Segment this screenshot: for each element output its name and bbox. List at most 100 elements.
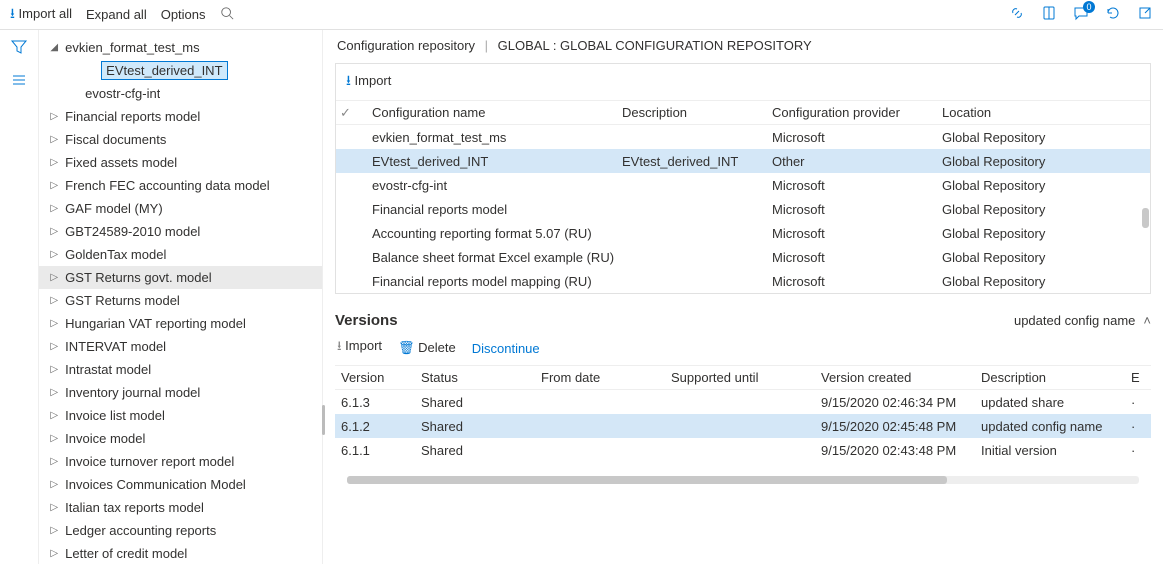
tree-item[interactable]: ▷Invoice turnover report model xyxy=(39,450,322,473)
version-row[interactable]: 6.1.1Shared9/15/2020 02:43:48 PMInitial … xyxy=(335,438,1151,462)
col-config-name[interactable]: Configuration name xyxy=(372,105,622,120)
popout-icon[interactable] xyxy=(1137,5,1153,24)
config-row[interactable]: Financial reports modelMicrosoftGlobal R… xyxy=(336,197,1150,221)
tree-item[interactable]: ▷GBT24589-2010 model xyxy=(39,220,322,243)
versions-subtitle: updated config name xyxy=(1014,313,1135,328)
row-menu-icon[interactable]: · xyxy=(1131,443,1151,458)
cell-created: 9/15/2020 02:43:48 PM xyxy=(821,443,981,458)
version-import-button[interactable]: ⭳ Import xyxy=(337,337,382,359)
expander-icon[interactable]: ▷ xyxy=(47,341,61,352)
version-delete-button[interactable]: 🗑 Delete xyxy=(398,340,456,356)
chevron-up-icon[interactable]: ˄ xyxy=(1143,313,1151,328)
version-row[interactable]: 6.1.2Shared9/15/2020 02:45:48 PMupdated … xyxy=(335,414,1151,438)
config-row[interactable]: Accounting reporting format 5.07 (RU)Mic… xyxy=(336,221,1150,245)
col-desc[interactable]: Description xyxy=(981,370,1131,385)
tree-item[interactable]: ▷Ledger accounting reports xyxy=(39,519,322,542)
col-e[interactable]: E xyxy=(1131,370,1151,385)
version-row[interactable]: 6.1.3Shared9/15/2020 02:46:34 PMupdated … xyxy=(335,390,1151,414)
expander-icon[interactable]: ▷ xyxy=(47,226,61,237)
col-status[interactable]: Status xyxy=(421,370,541,385)
col-location[interactable]: Location xyxy=(942,105,1122,120)
config-row[interactable]: EVtest_derived_INTEVtest_derived_INTOthe… xyxy=(336,149,1150,173)
col-created[interactable]: Version created xyxy=(821,370,981,385)
expander-icon[interactable]: ▷ xyxy=(47,548,61,559)
search-icon[interactable] xyxy=(220,6,234,23)
col-until[interactable]: Supported until xyxy=(671,370,821,385)
version-discontinue-button[interactable]: Discontinue xyxy=(472,341,540,356)
check-all-icon[interactable]: ✓ xyxy=(340,105,372,121)
tree-item[interactable]: ▷Fixed assets model xyxy=(39,151,322,174)
expander-icon[interactable]: ▷ xyxy=(47,479,61,490)
expander-icon[interactable]: ◢ xyxy=(47,42,61,53)
config-import-button[interactable]: ⭳ Import xyxy=(346,73,391,88)
config-row[interactable]: Balance sheet format Excel example (RU)M… xyxy=(336,245,1150,269)
config-scrollbar[interactable] xyxy=(1140,98,1150,293)
expander-icon[interactable]: ▷ xyxy=(47,525,61,536)
tree-item[interactable]: ▷Fiscal documents xyxy=(39,128,322,151)
tree-item[interactable]: ▷INTERVAT model xyxy=(39,335,322,358)
link-icon[interactable] xyxy=(1009,5,1025,24)
expander-icon[interactable]: ▷ xyxy=(47,180,61,191)
tree-item-label: Fixed assets model xyxy=(61,155,177,170)
splitter-handle[interactable] xyxy=(319,400,327,440)
col-version[interactable]: Version xyxy=(341,370,421,385)
expander-icon[interactable]: ▷ xyxy=(47,502,61,513)
expand-all-button[interactable]: Expand all xyxy=(86,7,147,22)
tree-item-label: Inventory journal model xyxy=(61,385,200,400)
row-menu-icon[interactable]: · xyxy=(1131,419,1151,434)
tree-item[interactable]: ▷Inventory journal model xyxy=(39,381,322,404)
tree-panel[interactable]: ◢evkien_format_test_msEVtest_derived_INT… xyxy=(39,30,323,564)
col-description[interactable]: Description xyxy=(622,105,772,120)
tree-item-label: Ledger accounting reports xyxy=(61,523,216,538)
tree-item[interactable]: EVtest_derived_INT xyxy=(39,59,322,82)
horizontal-scrollbar[interactable] xyxy=(347,476,1139,484)
tree-item[interactable]: ▷Hungarian VAT reporting model xyxy=(39,312,322,335)
expander-icon[interactable]: ▷ xyxy=(47,318,61,329)
tree-item[interactable]: ▷Invoice list model xyxy=(39,404,322,427)
tree-item[interactable]: ▷French FEC accounting data model xyxy=(39,174,322,197)
options-button[interactable]: Options xyxy=(161,7,206,22)
tree-item[interactable]: ▷Intrastat model xyxy=(39,358,322,381)
tree-item-label: Hungarian VAT reporting model xyxy=(61,316,246,331)
tree-item[interactable]: ▷GAF model (MY) xyxy=(39,197,322,220)
breadcrumb-root[interactable]: Configuration repository xyxy=(337,38,475,53)
col-provider[interactable]: Configuration provider xyxy=(772,105,942,120)
versions-grid-body: 6.1.3Shared9/15/2020 02:46:34 PMupdated … xyxy=(335,390,1151,462)
expander-icon[interactable]: ▷ xyxy=(47,433,61,444)
tree-item[interactable]: ▷Financial reports model xyxy=(39,105,322,128)
expander-icon[interactable]: ▷ xyxy=(47,272,61,283)
tree-item-label: GST Returns govt. model xyxy=(61,270,211,285)
expander-icon[interactable]: ▷ xyxy=(47,111,61,122)
expander-icon[interactable]: ▷ xyxy=(47,364,61,375)
config-row[interactable]: Financial reports model mapping (RU)Micr… xyxy=(336,269,1150,293)
tree-item[interactable]: ▷GST Returns model xyxy=(39,289,322,312)
tree-item[interactable]: ▷Letter of credit model xyxy=(39,542,322,564)
expander-icon[interactable]: ▷ xyxy=(47,249,61,260)
expander-icon[interactable]: ▷ xyxy=(47,387,61,398)
tree-item[interactable]: ▷GST Returns govt. model xyxy=(39,266,322,289)
expander-icon[interactable]: ▷ xyxy=(47,134,61,145)
tree-item[interactable]: ▷Italian tax reports model xyxy=(39,496,322,519)
tree-item[interactable]: ▷GoldenTax model xyxy=(39,243,322,266)
config-row[interactable]: evostr-cfg-intMicrosoftGlobal Repository xyxy=(336,173,1150,197)
filter-icon[interactable] xyxy=(10,38,28,59)
office-icon[interactable] xyxy=(1041,5,1057,24)
expander-icon[interactable]: ▷ xyxy=(47,410,61,421)
expander-icon[interactable]: ▷ xyxy=(47,157,61,168)
refresh-icon[interactable] xyxy=(1105,5,1121,24)
col-from[interactable]: From date xyxy=(541,370,671,385)
tree-item[interactable]: evostr-cfg-int xyxy=(39,82,322,105)
expander-icon[interactable]: ▷ xyxy=(47,295,61,306)
cell-created: 9/15/2020 02:45:48 PM xyxy=(821,419,981,434)
import-all-button[interactable]: ⭳ Import all xyxy=(10,3,72,27)
config-row[interactable]: evkien_format_test_msMicrosoftGlobal Rep… xyxy=(336,125,1150,149)
tree-item[interactable]: ▷Invoices Communication Model xyxy=(39,473,322,496)
tree-item[interactable]: ▷Invoice model xyxy=(39,427,322,450)
expander-icon[interactable]: ▷ xyxy=(47,456,61,467)
expander-icon[interactable]: ▷ xyxy=(47,203,61,214)
row-menu-icon[interactable]: · xyxy=(1131,395,1151,410)
cell-name: evostr-cfg-int xyxy=(372,178,622,193)
list-icon[interactable] xyxy=(10,71,28,92)
tree-item[interactable]: ◢evkien_format_test_ms xyxy=(39,36,322,59)
messages-icon[interactable]: 0 xyxy=(1073,5,1089,24)
